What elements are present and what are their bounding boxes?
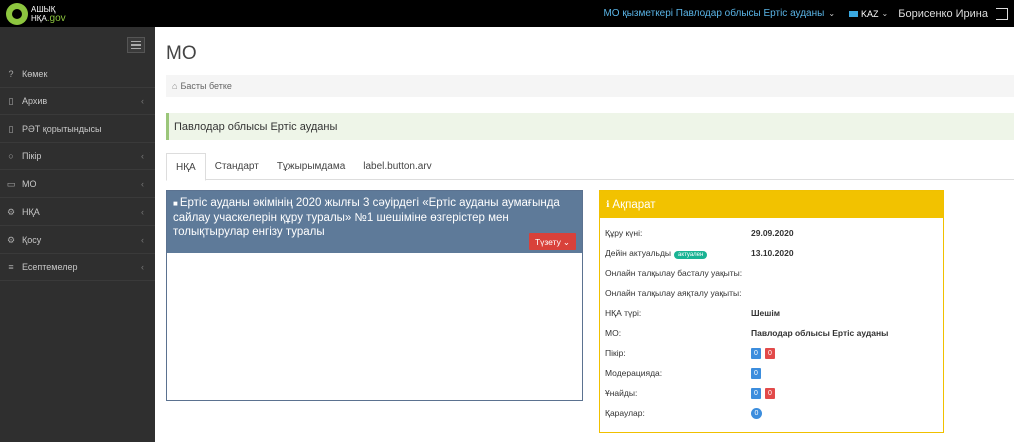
tab-bar: НҚА Стандарт Тұжырымдама label.button.ar… [166,153,1014,181]
chevron-down-icon[interactable]: ⌄ [882,9,889,18]
sidebar-item-label: НҚА [22,207,40,217]
flag-icon [849,10,859,17]
info-row-mo: МО: Павлодар облысы Ертіс ауданы [605,328,889,338]
info-row-online-start: Онлайн талқылау басталу уақыты: [605,268,743,278]
sidebar-item-label: Пікір [22,151,42,161]
chevron-left-icon: ‹ [141,151,144,161]
sidebar-item-comments[interactable]: ○ Пікір ‹ [0,143,155,170]
logo-icon [6,2,28,25]
breadcrumb: ⌂ Басты бетке [166,75,1014,97]
top-bar: АШЫҚ НҚА.gov МО қызметкері Павлодар облы… [0,0,1014,27]
sidebar-item-label: Көмек [22,69,48,79]
info-panel: ℹ Ақпарат Құру күні: 29.09.2020 Дейін ак… [599,190,944,433]
info-row-moderation: Модерацияда: 0 [605,366,940,380]
sidebar-item-label: МО [22,179,37,189]
info-title: Ақпарат [612,198,656,211]
home-icon: ⌂ [172,81,178,91]
info-row-nka-type: НҚА түрі: Шешім [605,308,781,318]
logo-line2: НҚА [31,13,47,23]
tab-concept[interactable]: Тұжырымдама [268,153,354,180]
tab-standard[interactable]: Стандарт [206,153,268,180]
comment-icon: ○ [8,151,14,161]
info-icon: ℹ [606,199,610,209]
logout-icon[interactable] [996,7,1008,20]
org-dropdown[interactable]: МО қызметкері Павлодар облысы Ертіс ауда… [603,8,824,19]
info-row-likes: Ұнайды: 0 0 [605,386,940,400]
moderation-count-badge[interactable]: 0 [751,367,761,379]
document-icon: ▯ [8,123,14,134]
sidebar: ? Көмек ▯ Архив ‹ ▯ РӘТ қорытындысы ○ Пі… [0,27,155,442]
sidebar-item-nka[interactable]: ⚙ НҚА ‹ [0,199,155,226]
chevron-left-icon: ‹ [141,262,144,272]
gear-icon: ⚙ [6,234,16,245]
sidebar-item-label: Есептемелер [22,262,78,272]
monitor-icon: ▭ [6,178,16,189]
document-panel: ■ Ертіс ауданы әкімінің 2020 жылғы 3 сәуі… [166,190,583,401]
language-selector[interactable]: KAZ [861,9,879,19]
sidebar-item-mo[interactable]: ▭ МО ‹ [0,171,155,198]
sidebar-item-ret-results[interactable]: ▯ РӘТ қорытындысы [0,116,155,143]
help-icon: ? [8,69,14,79]
info-row-actual-until: Дейін актуальды актуален 13.10.2020 [605,248,794,259]
page-title: МО [166,43,197,64]
positive-count-badge[interactable]: 0 [751,347,761,359]
status-badge: актуален [674,251,708,259]
dislike-count-badge[interactable]: 0 [765,387,775,399]
tab-nka[interactable]: НҚА [166,153,206,181]
like-count-badge[interactable]: 0 [751,387,761,399]
sidebar-item-label: Қосу [22,235,42,245]
negative-count-badge[interactable]: 0 [765,347,775,359]
chevron-left-icon: ‹ [141,235,144,245]
logo[interactable]: АШЫҚ НҚА.gov [6,1,66,26]
district-alert: Павлодар облысы Ертіс ауданы [166,113,1014,140]
chevron-left-icon: ‹ [141,96,144,106]
breadcrumb-home-link[interactable]: Басты бетке [180,81,231,91]
edit-button[interactable]: Түзету ⌄ [528,233,576,250]
chevron-down-icon[interactable]: ⌄ [828,9,835,18]
user-name[interactable]: Борисенко Ирина [898,8,988,20]
sidebar-item-add[interactable]: ⚙ Қосу ‹ [0,227,155,254]
sidebar-item-label: РӘТ қорытындысы [22,124,102,134]
logo-gov: .gov [46,12,66,24]
sidebar-item-help[interactable]: ? Көмек [0,61,155,88]
gear-icon: ⚙ [6,206,16,217]
info-panel-header: ℹ Ақпарат [600,191,943,218]
info-row-online-end: Онлайн талқылау аяқталу уақыты: [605,288,742,298]
info-row-views: Қараулар: 0 [605,406,940,420]
document-icon: ■ [173,199,178,208]
chevron-left-icon: ‹ [141,179,144,189]
list-icon: ≡ [8,262,14,272]
info-row-created: Құру күні: 29.09.2020 [605,228,794,238]
sidebar-item-label: Архив [22,96,48,106]
tab-arv[interactable]: label.button.arv [354,153,440,180]
sidebar-toggle-button[interactable] [127,37,145,53]
chevron-down-icon: ⌄ [562,236,570,247]
sidebar-item-archive[interactable]: ▯ Архив ‹ [0,88,155,115]
info-row-comments: Пікір: 0 0 [605,346,940,360]
document-panel-header: ■ Ертіс ауданы әкімінің 2020 жылғы 3 сәуі… [167,191,582,253]
views-count-badge: 0 [751,407,762,419]
chevron-left-icon: ‹ [141,207,144,217]
document-title: Ертіс ауданы әкімінің 2020 жылғы 3 сәуір… [173,197,560,238]
sidebar-item-reports[interactable]: ≡ Есептемелер ‹ [0,254,155,281]
archive-icon: ▯ [8,95,14,106]
